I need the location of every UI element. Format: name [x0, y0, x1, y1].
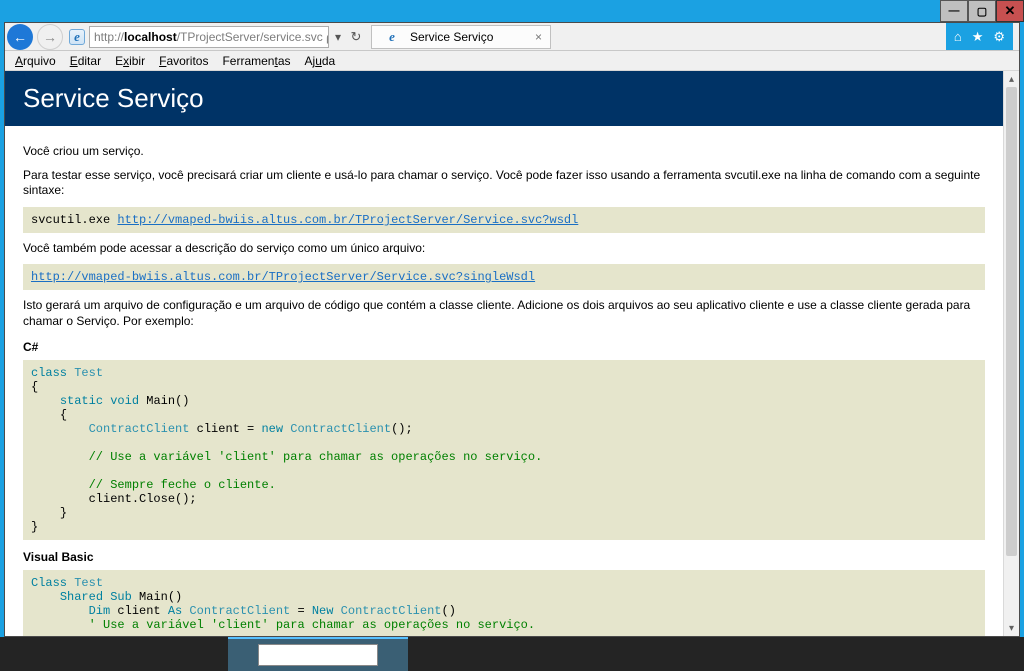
url-path: /TProjectServer/service.svc	[177, 30, 323, 44]
url-scheme: http://	[94, 30, 124, 44]
singlewsdl-text: Você também pode acessar a descrição do …	[23, 241, 985, 257]
window-titlebar: — ▢ ✕	[0, 0, 1024, 22]
forward-button[interactable]: →	[37, 24, 63, 50]
menu-editar[interactable]: Editar	[70, 54, 101, 68]
csharp-code: class Test { static void Main() { Contra…	[23, 360, 985, 540]
vb-heading: Visual Basic	[23, 550, 985, 564]
address-dropdown-button[interactable]: ▾	[329, 30, 347, 44]
browser-window: ← → e http://localhost/TProjectServer/se…	[4, 22, 1020, 637]
back-button[interactable]: ←	[7, 24, 33, 50]
taskbar	[0, 637, 1024, 671]
wsdl-link[interactable]: http://vmaped-bwiis.altus.com.br/TProjec…	[117, 213, 578, 227]
menu-bar: AArquivorquivo Editar Exibir Favoritos F…	[5, 51, 1019, 71]
refresh-button[interactable]: ↻	[347, 29, 365, 45]
favorites-icon[interactable]: ★	[972, 29, 984, 45]
page-title: Service Serviço	[5, 71, 1003, 126]
command-bar: ⌂ ★ ⚙	[946, 23, 1013, 50]
svcutil-block: svcutil.exe http://vmaped-bwiis.altus.co…	[23, 207, 985, 233]
menu-ferramentas[interactable]: Ferramentas	[222, 54, 290, 68]
menu-favoritos[interactable]: Favoritos	[159, 54, 208, 68]
window-max-button[interactable]: ▢	[968, 0, 996, 22]
menu-exibir[interactable]: Exibir	[115, 54, 145, 68]
ie-icon: e	[384, 29, 400, 45]
window-close-button[interactable]: ✕	[996, 0, 1024, 22]
instruction-text: Para testar esse serviço, você precisará…	[23, 168, 985, 199]
tab-close-button[interactable]: ×	[535, 30, 542, 44]
tab-service[interactable]: e Service Serviço ×	[371, 25, 551, 49]
address-bar[interactable]: http://localhost/TProjectServer/service.…	[89, 26, 329, 48]
window-min-button[interactable]: —	[940, 0, 968, 22]
window-thumbnail	[258, 644, 378, 666]
tab-title: Service Serviço	[410, 30, 493, 44]
vertical-scrollbar[interactable]: ▴ ▾	[1003, 71, 1019, 636]
intro-text: Você criou um serviço.	[23, 144, 985, 160]
vb-code: Class Test Shared Sub Main() Dim client …	[23, 570, 985, 636]
home-icon[interactable]: ⌂	[954, 29, 962, 44]
ie-icon: e	[69, 29, 85, 45]
singlewsdl-block: http://vmaped-bwiis.altus.com.br/TProjec…	[23, 264, 985, 290]
menu-ajuda[interactable]: Ajuda	[305, 54, 336, 68]
url-host: localhost	[124, 30, 177, 44]
taskbar-ie-button[interactable]	[228, 637, 408, 671]
nav-toolbar: ← → e http://localhost/TProjectServer/se…	[5, 23, 1019, 51]
tools-icon[interactable]: ⚙	[993, 29, 1005, 45]
scroll-thumb[interactable]	[1006, 87, 1017, 556]
explain-text: Isto gerará um arquivo de configuração e…	[23, 298, 985, 329]
scroll-up-icon[interactable]: ▴	[1004, 71, 1019, 87]
scroll-down-icon[interactable]: ▾	[1004, 620, 1019, 636]
page-viewport: Service Serviço Você criou um serviço. P…	[5, 71, 1019, 636]
csharp-heading: C#	[23, 340, 985, 354]
singlewsdl-link[interactable]: http://vmaped-bwiis.altus.com.br/TProjec…	[31, 270, 535, 284]
menu-arquivo[interactable]: AArquivorquivo	[15, 54, 56, 68]
